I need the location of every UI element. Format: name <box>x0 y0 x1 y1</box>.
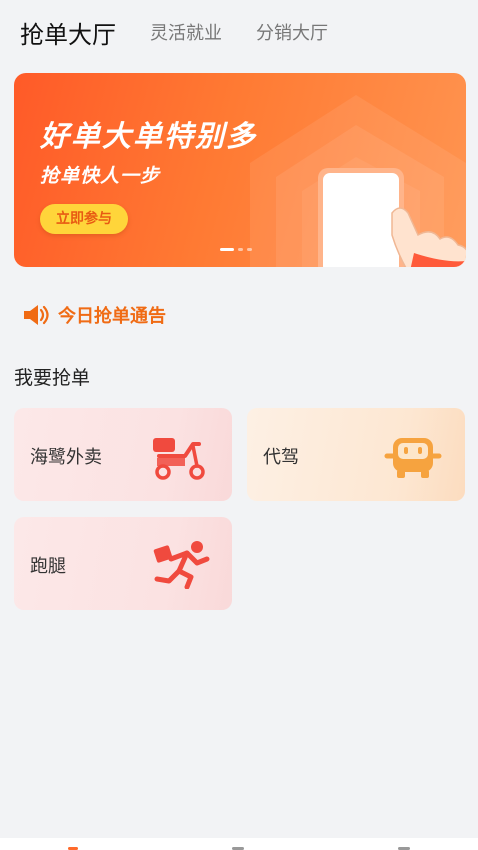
service-card-takeaway[interactable]: 海鹭外卖 <box>14 408 232 501</box>
tab-flexible-employment[interactable]: 灵活就业 <box>150 19 222 45</box>
bottom-tab-bar <box>0 838 478 850</box>
banner-subtitle: 抢单快人一步 <box>40 165 161 187</box>
banner-title: 好单大单特别多 <box>40 119 258 153</box>
car-icon <box>384 438 442 478</box>
carousel-dot-2[interactable] <box>238 248 243 251</box>
daily-notice[interactable]: 今日抢单通告 <box>22 301 166 329</box>
carousel-dot-1[interactable] <box>220 248 234 251</box>
tab-distribution-hall[interactable]: 分销大厅 <box>256 19 328 45</box>
speaker-icon <box>24 305 49 325</box>
service-card-errand[interactable]: 跑腿 <box>14 517 232 610</box>
join-now-button[interactable]: 立即参与 <box>40 204 128 234</box>
notice-text: 今日抢单通告 <box>58 306 166 327</box>
service-card-designated-driver[interactable]: 代驾 <box>247 408 465 501</box>
tab-grab-order-hall[interactable]: 抢单大厅 <box>20 15 116 50</box>
carousel-dot-3[interactable] <box>247 248 252 251</box>
service-label: 代驾 <box>263 447 299 468</box>
running-man-icon <box>153 541 210 589</box>
service-label: 跑腿 <box>30 556 66 577</box>
service-label: 海鹭外卖 <box>30 447 102 468</box>
section-title: 我要抢单 <box>14 367 91 389</box>
carousel-indicator[interactable] <box>220 248 252 251</box>
promo-banner[interactable]: 好单大单特别多 抢单快人一步 立即参与 <box>14 73 466 267</box>
scooter-icon <box>153 438 205 480</box>
top-tabs: 抢单大厅 灵活就业 分销大厅 <box>20 14 362 50</box>
